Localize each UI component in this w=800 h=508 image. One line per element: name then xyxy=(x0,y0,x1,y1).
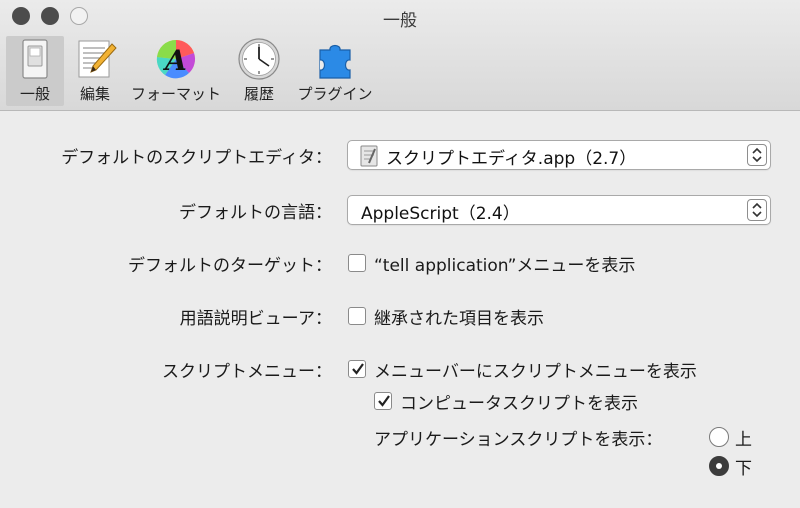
preferences-window: 一般 一般 編集 A フォーマット 履歴 プラグイン デフォルトのスクリプトエデ… xyxy=(0,0,800,508)
tell-application-menu-text: “tell application”メニューを表示 xyxy=(374,256,636,276)
app-scripts-label: アプリケーションスクリプトを表示： xyxy=(374,430,663,450)
default-language-value: AppleScript（2.4） xyxy=(361,204,520,224)
checkmark-icon xyxy=(378,395,390,407)
toolbar-tab-label: 履歴 xyxy=(243,85,274,103)
default-editor-value: スクリプトエディタ.app（2.7） xyxy=(386,149,637,169)
app-scripts-bottom-text: 下 xyxy=(735,459,752,479)
general-switch-icon xyxy=(22,39,48,79)
toolbar-tab-general[interactable]: 一般 xyxy=(6,36,64,106)
script-editor-app-icon xyxy=(360,145,378,167)
app-scripts-top-radio[interactable] xyxy=(709,427,729,447)
plugin-puzzle-icon xyxy=(319,44,351,79)
app-scripts-top-text: 上 xyxy=(735,430,752,450)
chevron-up-down-icon xyxy=(752,202,762,218)
glossary-viewer-label: 用語説明ビューア： xyxy=(179,309,332,329)
toolbar-tab-history[interactable]: 履歴 xyxy=(230,36,288,106)
toolbar-tab-format[interactable]: A フォーマット xyxy=(126,36,226,106)
default-language-popup[interactable]: AppleScript（2.4） xyxy=(347,195,771,225)
toolbar-tab-label: 編集 xyxy=(79,85,110,103)
history-clock-icon xyxy=(238,38,280,80)
toolbar-tab-edit[interactable]: 編集 xyxy=(66,36,124,106)
toolbar-tab-plugins[interactable]: プラグイン xyxy=(292,36,378,106)
svg-text:A: A xyxy=(162,44,187,77)
default-editor-label: デフォルトのスクリプトエディタ： xyxy=(61,148,332,168)
computer-scripts-text: コンピュータスクリプトを表示 xyxy=(400,394,638,414)
format-font-icon: A xyxy=(156,39,196,79)
edit-pencil-icon xyxy=(78,40,117,78)
title-bar: 一般 一般 編集 A フォーマット 履歴 プラグイン xyxy=(0,0,800,111)
app-scripts-bottom-radio[interactable] xyxy=(709,456,729,476)
tell-application-menu-checkbox[interactable] xyxy=(348,254,366,272)
popup-stepper xyxy=(747,144,767,166)
default-editor-popup[interactable]: スクリプトエディタ.app（2.7） xyxy=(347,140,771,170)
toolbar-tab-label: プラグイン xyxy=(297,85,373,103)
checkmark-icon xyxy=(352,363,364,375)
show-script-menu-text: メニューバーにスクリプトメニューを表示 xyxy=(374,362,697,382)
inherited-items-text: 継承された項目を表示 xyxy=(374,309,544,329)
default-target-label: デフォルトのターゲット： xyxy=(128,256,332,276)
toolbar-tab-label: 一般 xyxy=(19,85,50,103)
window-title: 一般 xyxy=(383,11,417,31)
computer-scripts-checkbox[interactable] xyxy=(374,392,392,410)
show-script-menu-checkbox[interactable] xyxy=(348,360,366,378)
inherited-items-checkbox[interactable] xyxy=(348,307,366,325)
default-language-label: デフォルトの言語： xyxy=(179,203,332,223)
toolbar-tab-label: フォーマット xyxy=(130,85,221,103)
popup-stepper xyxy=(747,199,767,221)
chevron-up-down-icon xyxy=(752,147,762,163)
script-menu-label: スクリプトメニュー： xyxy=(162,362,332,382)
